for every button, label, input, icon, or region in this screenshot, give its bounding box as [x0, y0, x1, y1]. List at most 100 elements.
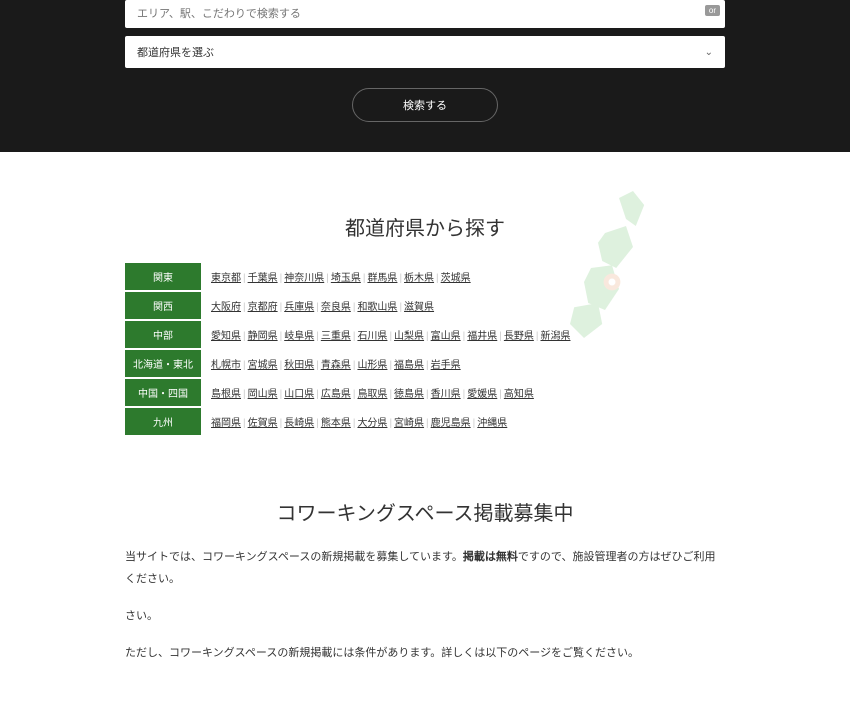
prefecture-link[interactable]: 静岡県	[248, 331, 278, 342]
search-input[interactable]	[125, 0, 725, 28]
prefecture-link[interactable]: 東京都	[211, 273, 241, 284]
prefecture-link[interactable]: 山梨県	[394, 331, 424, 342]
separator: |	[426, 389, 429, 400]
prefecture-link[interactable]: 滋賀県	[404, 302, 434, 313]
prefecture-link[interactable]: 福井県	[467, 331, 497, 342]
prefecture-link[interactable]: 千葉県	[248, 273, 278, 284]
prefecture-link[interactable]: 岐阜県	[284, 331, 314, 342]
separator: |	[243, 360, 246, 371]
prefecture-select[interactable]: 都道府県を選ぶ ⌄	[125, 36, 725, 68]
prefecture-link[interactable]: 鹿児島県	[431, 418, 471, 429]
separator: |	[353, 418, 356, 429]
prefecture-link[interactable]: 奈良県	[321, 302, 351, 313]
separator: |	[536, 331, 539, 342]
prefecture-link[interactable]: 秋田県	[284, 360, 314, 371]
region-row: 関西大阪府|京都府|兵庫県|奈良県|和歌山県|滋賀県	[125, 292, 725, 319]
region-label: 九州	[125, 408, 201, 435]
prefecture-link[interactable]: 福岡県	[211, 418, 241, 429]
prefecture-link[interactable]: 長崎県	[284, 418, 314, 429]
prefecture-link[interactable]: 新潟県	[540, 331, 570, 342]
separator: |	[426, 360, 429, 371]
prefecture-link[interactable]: 京都府	[248, 302, 278, 313]
prefecture-link[interactable]: 神奈川県	[284, 273, 324, 284]
prefecture-link[interactable]: 島根県	[211, 389, 241, 400]
search-button[interactable]: 検索する	[352, 88, 498, 122]
prefecture-link[interactable]: 山口県	[284, 389, 314, 400]
prefecture-link[interactable]: 沖縄県	[477, 418, 507, 429]
prefecture-link[interactable]: 宮崎県	[394, 418, 424, 429]
region-prefs: 札幌市|宮城県|秋田県|青森県|山形県|福島県|岩手県	[201, 350, 725, 377]
prefecture-link[interactable]: 愛媛県	[467, 389, 497, 400]
separator: |	[243, 331, 246, 342]
separator: |	[243, 273, 246, 284]
separator: |	[399, 302, 402, 313]
main-content: 都道府県から探す 関東東京都|千葉県|神奈川県|埼玉県|群馬県|栃木県|茨城県関…	[125, 152, 725, 719]
separator: |	[353, 389, 356, 400]
separator: |	[389, 360, 392, 371]
separator: |	[463, 331, 466, 342]
prefecture-link[interactable]: 広島県	[321, 389, 351, 400]
separator: |	[436, 273, 439, 284]
prefecture-link[interactable]: 札幌市	[211, 360, 241, 371]
separator: |	[316, 418, 319, 429]
separator: |	[243, 418, 246, 429]
recruit-p2: さい。	[125, 605, 725, 627]
separator: |	[316, 389, 319, 400]
separator: |	[353, 360, 356, 371]
separator: |	[280, 360, 283, 371]
prefecture-link[interactable]: 茨城県	[441, 273, 471, 284]
region-prefs: 大阪府|京都府|兵庫県|奈良県|和歌山県|滋賀県	[201, 292, 725, 319]
prefecture-link[interactable]: 岡山県	[248, 389, 278, 400]
prefecture-link[interactable]: 福島県	[394, 360, 424, 371]
prefecture-link[interactable]: 栃木県	[404, 273, 434, 284]
region-row: 中国・四国島根県|岡山県|山口県|広島県|鳥取県|徳島県|香川県|愛媛県|高知県	[125, 379, 725, 406]
prefecture-link[interactable]: 宮城県	[248, 360, 278, 371]
region-prefs: 愛知県|静岡県|岐阜県|三重県|石川県|山梨県|富山県|福井県|長野県|新潟県	[201, 321, 725, 348]
separator: |	[280, 273, 283, 284]
prefecture-select-label: 都道府県を選ぶ	[137, 44, 214, 60]
region-label: 中部	[125, 321, 201, 348]
prefecture-link[interactable]: 大分県	[357, 418, 387, 429]
region-row: 中部愛知県|静岡県|岐阜県|三重県|石川県|山梨県|富山県|福井県|長野県|新潟…	[125, 321, 725, 348]
prefecture-link[interactable]: 群馬県	[367, 273, 397, 284]
separator: |	[463, 389, 466, 400]
separator: |	[499, 331, 502, 342]
prefecture-link[interactable]: 愛知県	[211, 331, 241, 342]
prefecture-link[interactable]: 熊本県	[321, 418, 351, 429]
chevron-down-icon: ⌄	[705, 47, 713, 58]
prefecture-link[interactable]: 香川県	[431, 389, 461, 400]
separator: |	[389, 418, 392, 429]
prefecture-link[interactable]: 岩手県	[431, 360, 461, 371]
prefecture-link[interactable]: 兵庫県	[284, 302, 314, 313]
region-label: 関東	[125, 263, 201, 290]
region-row: 九州福岡県|佐賀県|長崎県|熊本県|大分県|宮崎県|鹿児島県|沖縄県	[125, 408, 725, 435]
separator: |	[280, 418, 283, 429]
separator: |	[473, 418, 476, 429]
prefecture-link[interactable]: 高知県	[504, 389, 534, 400]
prefecture-link[interactable]: 山形県	[357, 360, 387, 371]
separator: |	[280, 331, 283, 342]
prefecture-link[interactable]: 青森県	[321, 360, 351, 371]
separator: |	[243, 389, 246, 400]
prefecture-link[interactable]: 和歌山県	[357, 302, 397, 313]
prefecture-link[interactable]: 富山県	[431, 331, 461, 342]
separator: |	[363, 273, 366, 284]
recruit-p3: ただし、コワーキングスペースの新規掲載には条件があります。詳しくは以下のページを…	[125, 642, 725, 664]
prefecture-link[interactable]: 三重県	[321, 331, 351, 342]
separator: |	[499, 389, 502, 400]
recruit-title: コワーキングスペース掲載募集中	[125, 497, 725, 526]
prefecture-link[interactable]: 石川県	[357, 331, 387, 342]
prefecture-link[interactable]: 長野県	[504, 331, 534, 342]
prefecture-link[interactable]: 佐賀県	[248, 418, 278, 429]
prefecture-link[interactable]: 鳥取県	[357, 389, 387, 400]
separator: |	[389, 331, 392, 342]
region-label: 中国・四国	[125, 379, 201, 406]
prefecture-link[interactable]: 埼玉県	[331, 273, 361, 284]
region-prefs: 東京都|千葉県|神奈川県|埼玉県|群馬県|栃木県|茨城県	[201, 263, 725, 290]
prefecture-link[interactable]: 徳島県	[394, 389, 424, 400]
region-table: 関東東京都|千葉県|神奈川県|埼玉県|群馬県|栃木県|茨城県関西大阪府|京都府|…	[125, 261, 725, 437]
prefecture-link[interactable]: 大阪府	[211, 302, 241, 313]
separator: |	[353, 302, 356, 313]
prefecture-section-title: 都道府県から探す	[125, 212, 725, 241]
region-label: 北海道・東北	[125, 350, 201, 377]
